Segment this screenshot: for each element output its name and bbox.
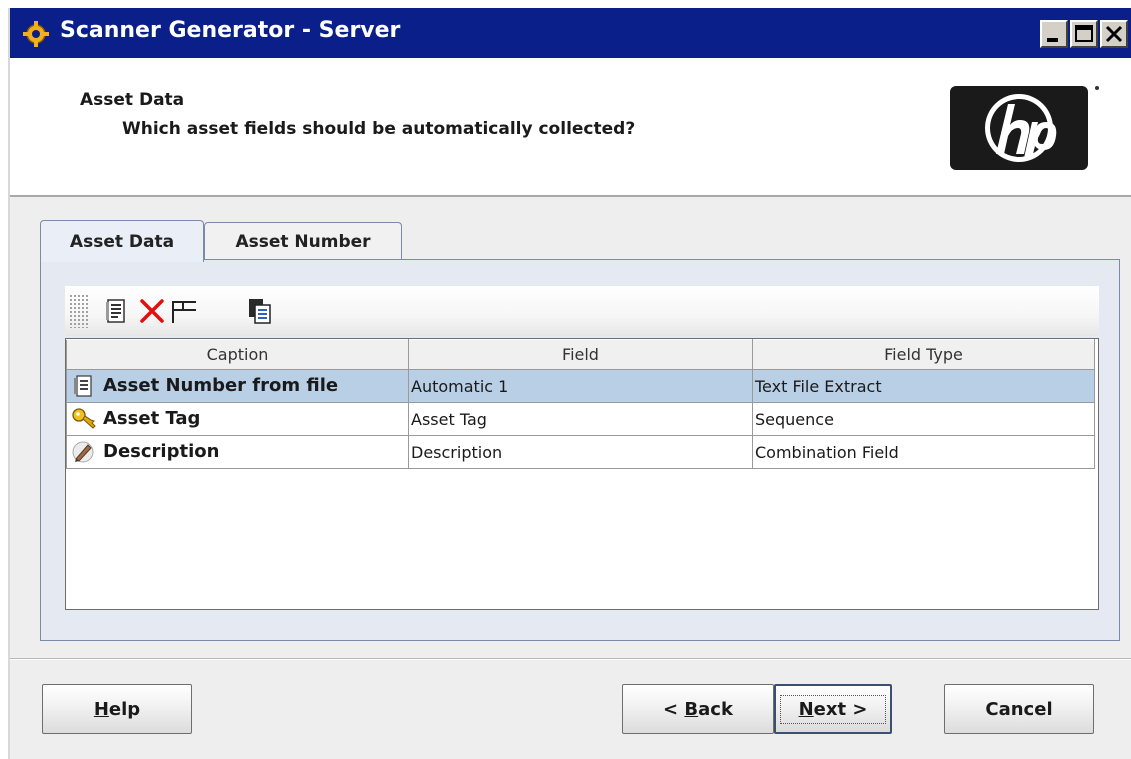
asset-fields-table: Caption Field Field Type Asset Number fr… bbox=[65, 338, 1099, 610]
next-button[interactable]: Next > bbox=[774, 684, 892, 734]
field-type-cell[interactable]: Combination Field bbox=[752, 435, 1095, 469]
close-button[interactable] bbox=[1100, 20, 1128, 48]
maximize-icon bbox=[1075, 25, 1093, 42]
wizard-window: Scanner Generator - Server Asset Data Wh… bbox=[8, 8, 1131, 759]
text-file-icon bbox=[74, 375, 92, 397]
help-button[interactable]: Help bbox=[42, 684, 192, 734]
page-title: Asset Data bbox=[80, 90, 185, 110]
tab-panel-asset-data: Caption Field Field Type Asset Number fr… bbox=[40, 259, 1120, 641]
pencil-icon bbox=[72, 441, 94, 463]
minimize-button[interactable] bbox=[1040, 20, 1068, 48]
caption-text: Asset Tag bbox=[103, 408, 201, 429]
caption-text: Description bbox=[103, 441, 220, 462]
field-cell[interactable]: Description bbox=[408, 435, 753, 469]
field-type-cell[interactable]: Sequence bbox=[752, 402, 1095, 436]
caption-text: Asset Number from file bbox=[103, 375, 339, 396]
caption-cell[interactable]: Asset Tag bbox=[66, 402, 409, 436]
back-label-prefix: < bbox=[663, 698, 685, 720]
table-row[interactable]: Description Description Combination Fiel… bbox=[66, 435, 1095, 469]
window-title: Scanner Generator - Server bbox=[60, 18, 401, 43]
caption-cell[interactable]: Description bbox=[66, 435, 409, 469]
cancel-button[interactable]: Cancel bbox=[944, 684, 1094, 734]
next-focus-ring: Next > bbox=[779, 694, 887, 724]
columns-icon[interactable] bbox=[169, 296, 199, 326]
properties-icon[interactable] bbox=[101, 296, 131, 326]
back-label-rest: ack bbox=[698, 698, 733, 720]
table-row[interactable]: Asset Number from file Automatic 1 Text … bbox=[66, 369, 1095, 403]
help-mnemonic: H bbox=[93, 698, 109, 720]
next-label-rest: ext > bbox=[813, 698, 868, 720]
hp-logo bbox=[950, 86, 1099, 170]
page-question: Which asset fields should be automatical… bbox=[122, 119, 636, 139]
help-label-rest: elp bbox=[108, 698, 141, 720]
field-cell[interactable]: Automatic 1 bbox=[408, 369, 753, 403]
wizard-header: Asset Data Which asset fields should be … bbox=[10, 58, 1131, 197]
app-gear-icon bbox=[23, 21, 49, 47]
column-header-field[interactable]: Field bbox=[408, 339, 753, 370]
close-icon bbox=[1105, 25, 1123, 43]
delete-icon[interactable] bbox=[137, 296, 167, 326]
footer-divider bbox=[10, 658, 1131, 660]
back-button[interactable]: < Back bbox=[622, 684, 774, 734]
next-mnemonic: N bbox=[798, 698, 814, 720]
column-header-field-type[interactable]: Field Type bbox=[752, 339, 1095, 370]
table-row[interactable]: Asset Tag Asset Tag Sequence bbox=[66, 402, 1095, 436]
field-type-cell[interactable]: Text File Extract bbox=[752, 369, 1095, 403]
table-toolbar bbox=[65, 286, 1099, 336]
minimize-icon bbox=[1047, 38, 1058, 42]
back-mnemonic: B bbox=[684, 698, 699, 720]
column-header-caption[interactable]: Caption bbox=[66, 339, 409, 370]
key-icon bbox=[72, 408, 96, 429]
tab-asset-data[interactable]: Asset Data bbox=[40, 220, 204, 262]
field-cell[interactable]: Asset Tag bbox=[408, 402, 753, 436]
tab-asset-number[interactable]: Asset Number bbox=[204, 222, 402, 260]
copy-icon[interactable] bbox=[245, 296, 275, 326]
maximize-button[interactable] bbox=[1070, 20, 1098, 48]
caption-cell[interactable]: Asset Number from file bbox=[66, 369, 409, 403]
toolbar-grip-handle[interactable] bbox=[69, 294, 89, 328]
title-bar[interactable]: Scanner Generator - Server bbox=[10, 8, 1131, 58]
